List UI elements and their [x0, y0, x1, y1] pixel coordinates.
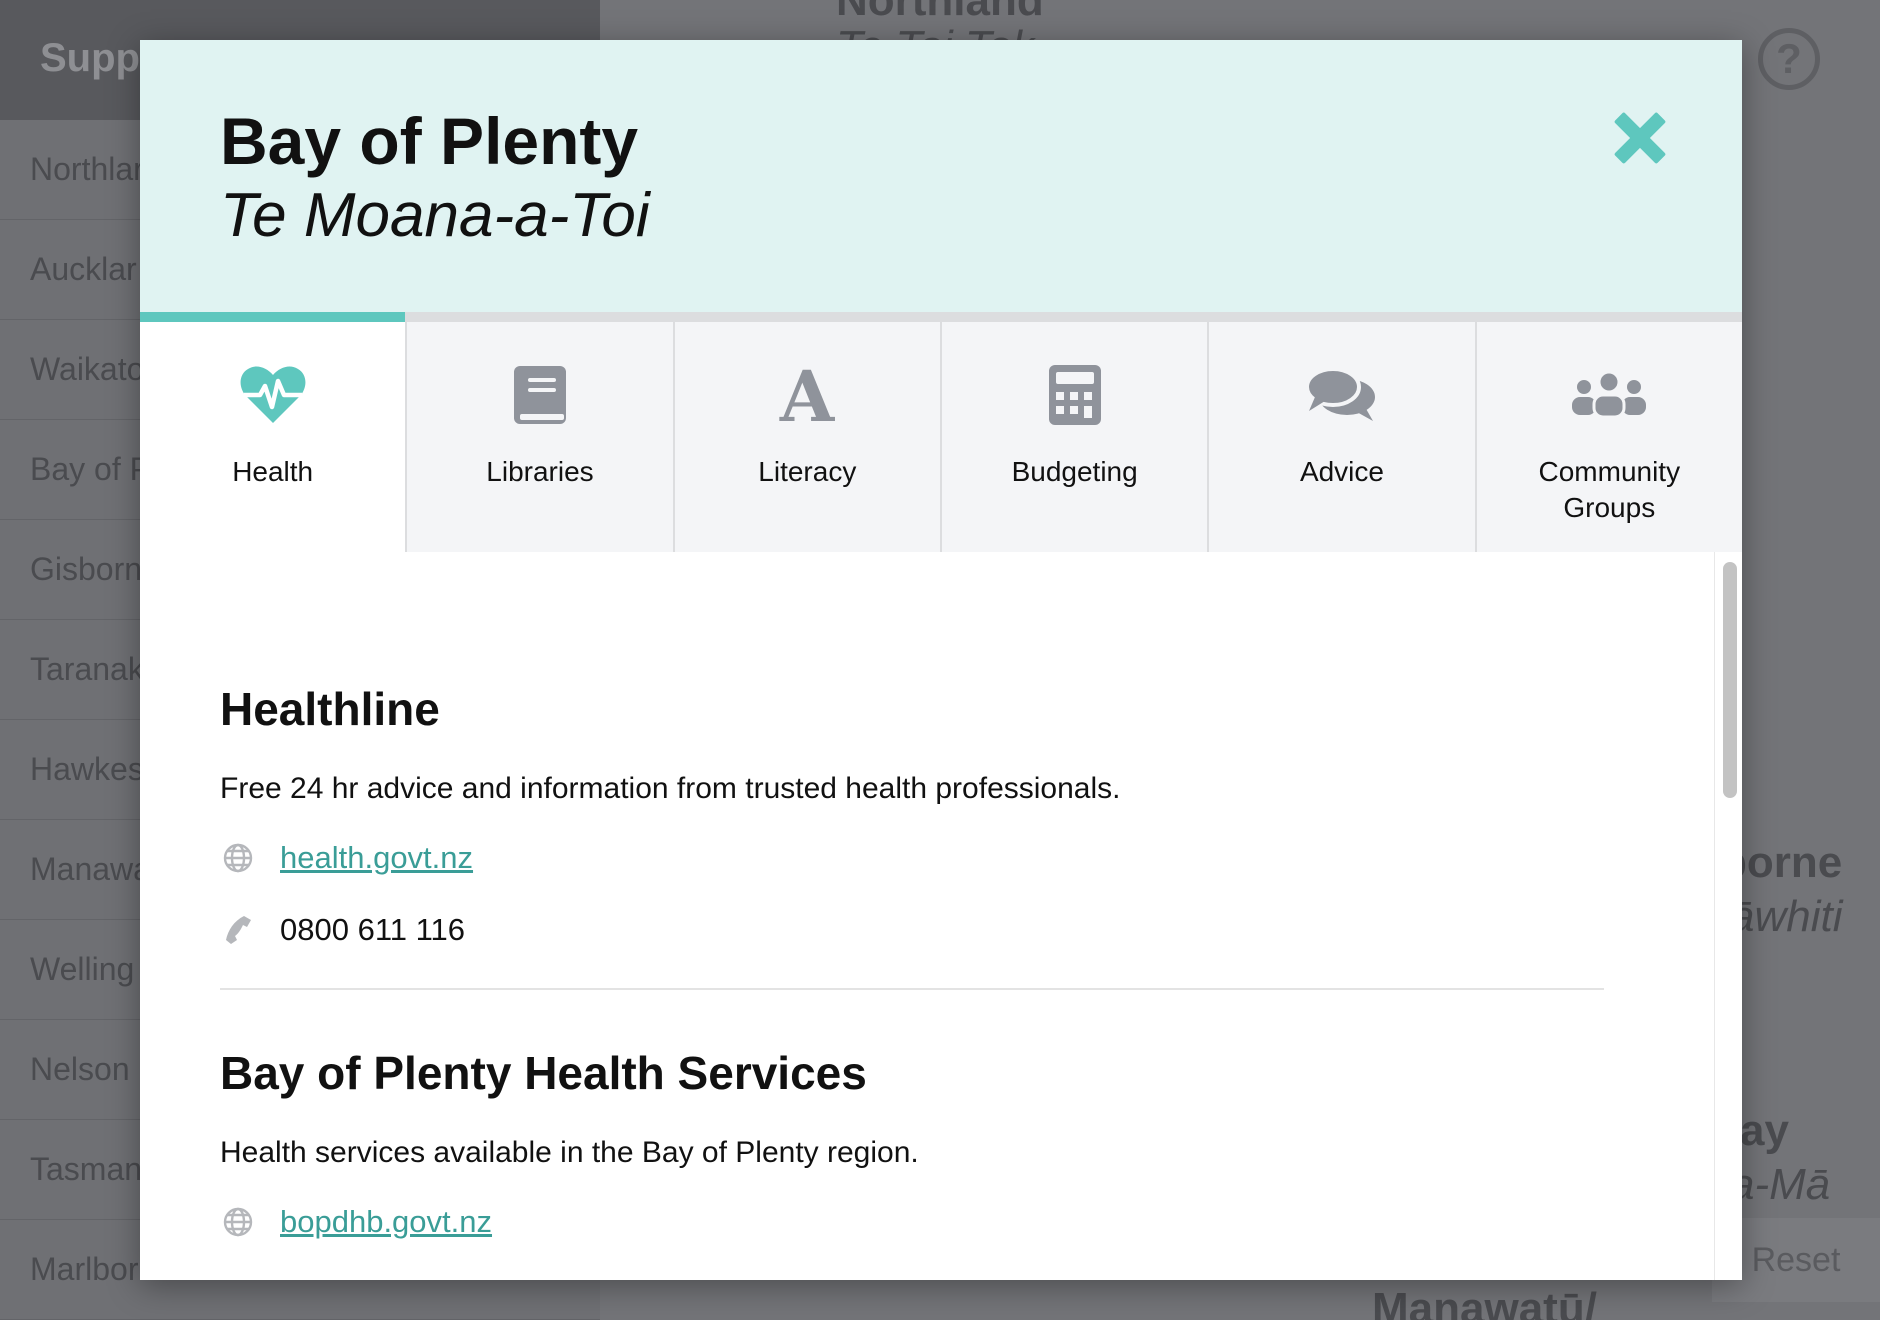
globe-icon — [220, 840, 256, 876]
modal-header: Bay of Plenty Te Moana-a-Toi — [140, 40, 1742, 312]
service-entry: Bay of Plenty Health Services Health ser… — [220, 1046, 1604, 1242]
tab-label: Health — [232, 456, 314, 487]
service-description: Health services available in the Bay of … — [220, 1136, 919, 1169]
service-website-row: health.govt.nz — [220, 838, 1604, 878]
service-phone-number[interactable]: 0800 611 116 — [280, 912, 465, 948]
content-scrollbar[interactable] — [1714, 552, 1742, 1280]
tab-label: Budgeting — [1011, 456, 1138, 487]
category-tabs: Health Libraries A Literacy Budgeting Ad… — [140, 312, 1742, 552]
globe-icon — [220, 1204, 256, 1240]
service-divider — [220, 988, 1604, 990]
tab-label: Libraries — [486, 456, 594, 487]
map-region-label: a-Mā — [1730, 1160, 1831, 1209]
service-entry: Healthline Free 24 hr advice and informa… — [220, 682, 1604, 950]
service-phone-row: 0800 611 116 — [220, 910, 1604, 950]
service-website-row: bopdhb.govt.nz — [220, 1202, 1604, 1242]
services-list: Healthline Free 24 hr advice and informa… — [140, 552, 1714, 1280]
chat-bubbles-icon — [1302, 360, 1382, 430]
modal-title: Bay of Plenty — [220, 104, 639, 178]
map-region-label: ay — [1740, 1106, 1789, 1155]
svg-text:A: A — [779, 365, 835, 425]
tab-budgeting[interactable]: Budgeting — [942, 322, 1210, 552]
tab-literacy[interactable]: A Literacy — [675, 322, 942, 552]
region-modal: Bay of Plenty Te Moana-a-Toi Health Libr… — [140, 40, 1742, 1280]
tab-label: Literacy — [758, 456, 857, 487]
letter-a-icon: A — [767, 360, 847, 430]
tab-libraries[interactable]: Libraries — [407, 322, 675, 552]
close-icon[interactable] — [1614, 112, 1666, 164]
help-icon[interactable]: ? — [1758, 28, 1820, 90]
service-title: Bay of Plenty Health Services — [220, 1047, 867, 1099]
calculator-icon — [1035, 360, 1115, 430]
modal-subtitle: Te Moana-a-Toi — [220, 181, 650, 251]
book-icon — [500, 360, 580, 430]
tab-community-groups[interactable]: Community Groups — [1477, 322, 1742, 552]
phone-icon — [220, 912, 256, 948]
tab-health[interactable]: Health — [140, 312, 408, 552]
tab-advice[interactable]: Advice — [1209, 322, 1477, 552]
heartbeat-icon — [233, 360, 313, 430]
scrollbar-thumb[interactable] — [1723, 562, 1737, 798]
people-group-icon — [1569, 360, 1649, 430]
map-region-label: āwhiti — [1730, 892, 1843, 941]
tab-label: Community Groups — [1538, 456, 1681, 524]
tab-label: Advice — [1299, 456, 1384, 487]
service-website-link[interactable]: bopdhb.govt.nz — [280, 1204, 492, 1240]
service-website-link[interactable]: health.govt.nz — [280, 840, 473, 876]
service-description: Free 24 hr advice and information from t… — [220, 772, 1121, 805]
service-title: Healthline — [220, 683, 440, 735]
map-region-label: Manawatū/ — [1372, 1284, 1597, 1320]
